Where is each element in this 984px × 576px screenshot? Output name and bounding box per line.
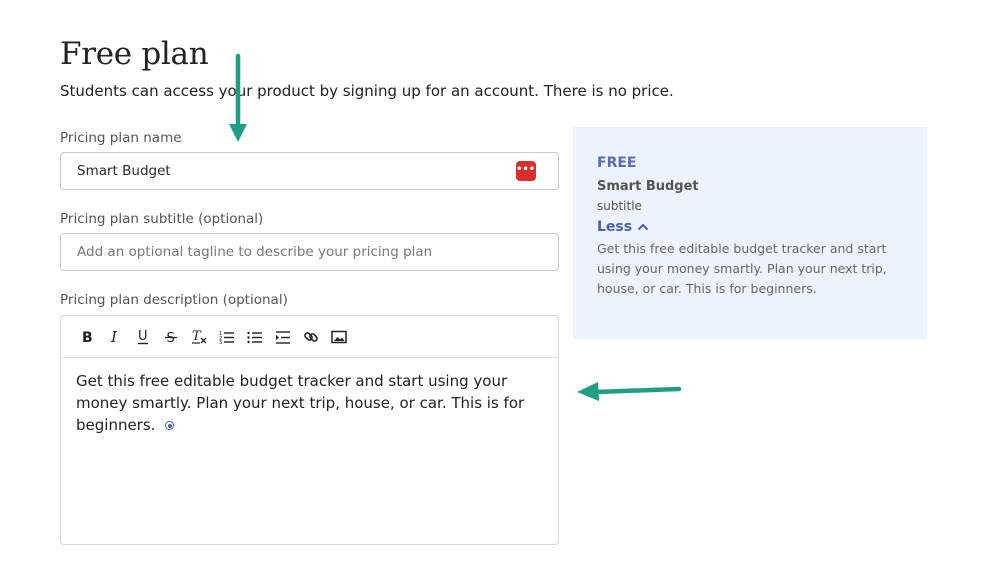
add-block-icon[interactable] (165, 421, 175, 430)
chevron-up-icon (637, 223, 649, 231)
preview-toggle-label: Less (597, 219, 633, 235)
image-icon[interactable] (325, 325, 353, 349)
plan-subtitle-placeholder: Add an optional tagline to describe your… (77, 244, 433, 260)
editor-toolbar: B I U S T 123 (61, 316, 558, 358)
password-manager-icon[interactable]: •••| (516, 161, 539, 181)
page-title: Free plan (60, 36, 209, 72)
svg-text:3: 3 (219, 340, 222, 344)
editor-content[interactable]: Get this free editable budget tracker an… (76, 370, 546, 436)
svg-text:I: I (110, 330, 118, 344)
strikethrough-icon[interactable]: S (157, 325, 185, 349)
link-icon[interactable] (297, 325, 325, 349)
plan-name-input[interactable]: Smart Budget •••| (60, 152, 559, 190)
preview-plan-name: Smart Budget (597, 179, 699, 194)
preview-less-toggle[interactable]: Less (597, 219, 649, 235)
plan-name-value: Smart Budget (77, 163, 171, 179)
clear-format-icon[interactable]: T (185, 325, 213, 349)
plan-subtitle-input[interactable]: Add an optional tagline to describe your… (60, 233, 559, 271)
svg-text:B: B (82, 330, 93, 344)
page-description: Students can access your product by sign… (60, 82, 674, 100)
svg-text:U: U (138, 329, 148, 344)
italic-icon[interactable]: I (101, 325, 129, 349)
preview-badge: FREE (597, 155, 637, 171)
preview-description: Get this free editable budget tracker an… (597, 241, 887, 296)
preview-subtitle: subtitle (597, 199, 642, 213)
description-editor[interactable]: B I U S T 123 Get this free editable bud… (60, 315, 559, 545)
editor-text: Get this free editable budget tracker an… (76, 372, 525, 434)
plan-description-label: Pricing plan description (optional) (60, 292, 288, 308)
annotation-arrow-left-icon (577, 382, 682, 401)
underline-icon[interactable]: U (129, 325, 157, 349)
ordered-list-icon[interactable]: 123 (213, 325, 241, 349)
svg-text:T: T (192, 329, 202, 344)
annotation-arrow-down-icon (229, 53, 247, 142)
indent-icon[interactable] (269, 325, 297, 349)
bullet-list-icon[interactable] (241, 325, 269, 349)
plan-preview-card: FREE Smart Budget subtitle Less Get this… (573, 127, 927, 339)
bold-icon[interactable]: B (73, 325, 101, 349)
plan-name-label: Pricing plan name (60, 130, 182, 146)
plan-subtitle-label: Pricing plan subtitle (optional) (60, 211, 264, 227)
